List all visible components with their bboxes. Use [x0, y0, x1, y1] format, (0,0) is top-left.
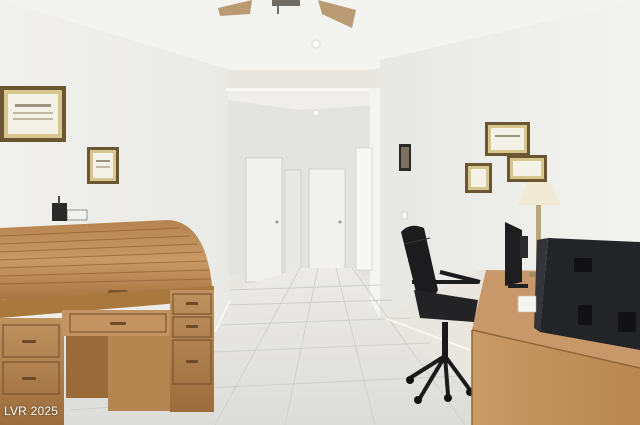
framed-certificate-large [0, 86, 66, 142]
hallway-door-left [245, 157, 283, 283]
framed-photo-small [399, 144, 411, 171]
light-switch [401, 211, 408, 220]
room-photo: LVR 2025 [0, 0, 640, 425]
watermark: LVR 2025 [4, 404, 59, 418]
hallway-doorway [355, 147, 373, 271]
roll-top-desk [0, 196, 214, 425]
framed-certificate-right-left [465, 163, 492, 193]
framed-certificate-right-mid [507, 155, 547, 182]
framed-certificate-small [87, 147, 119, 184]
room-illustration [0, 0, 640, 425]
hallway-side-panel [284, 169, 302, 275]
pen-holder [52, 203, 67, 221]
hallway-door-far [308, 168, 346, 272]
framed-certificate-right-top [485, 122, 530, 156]
